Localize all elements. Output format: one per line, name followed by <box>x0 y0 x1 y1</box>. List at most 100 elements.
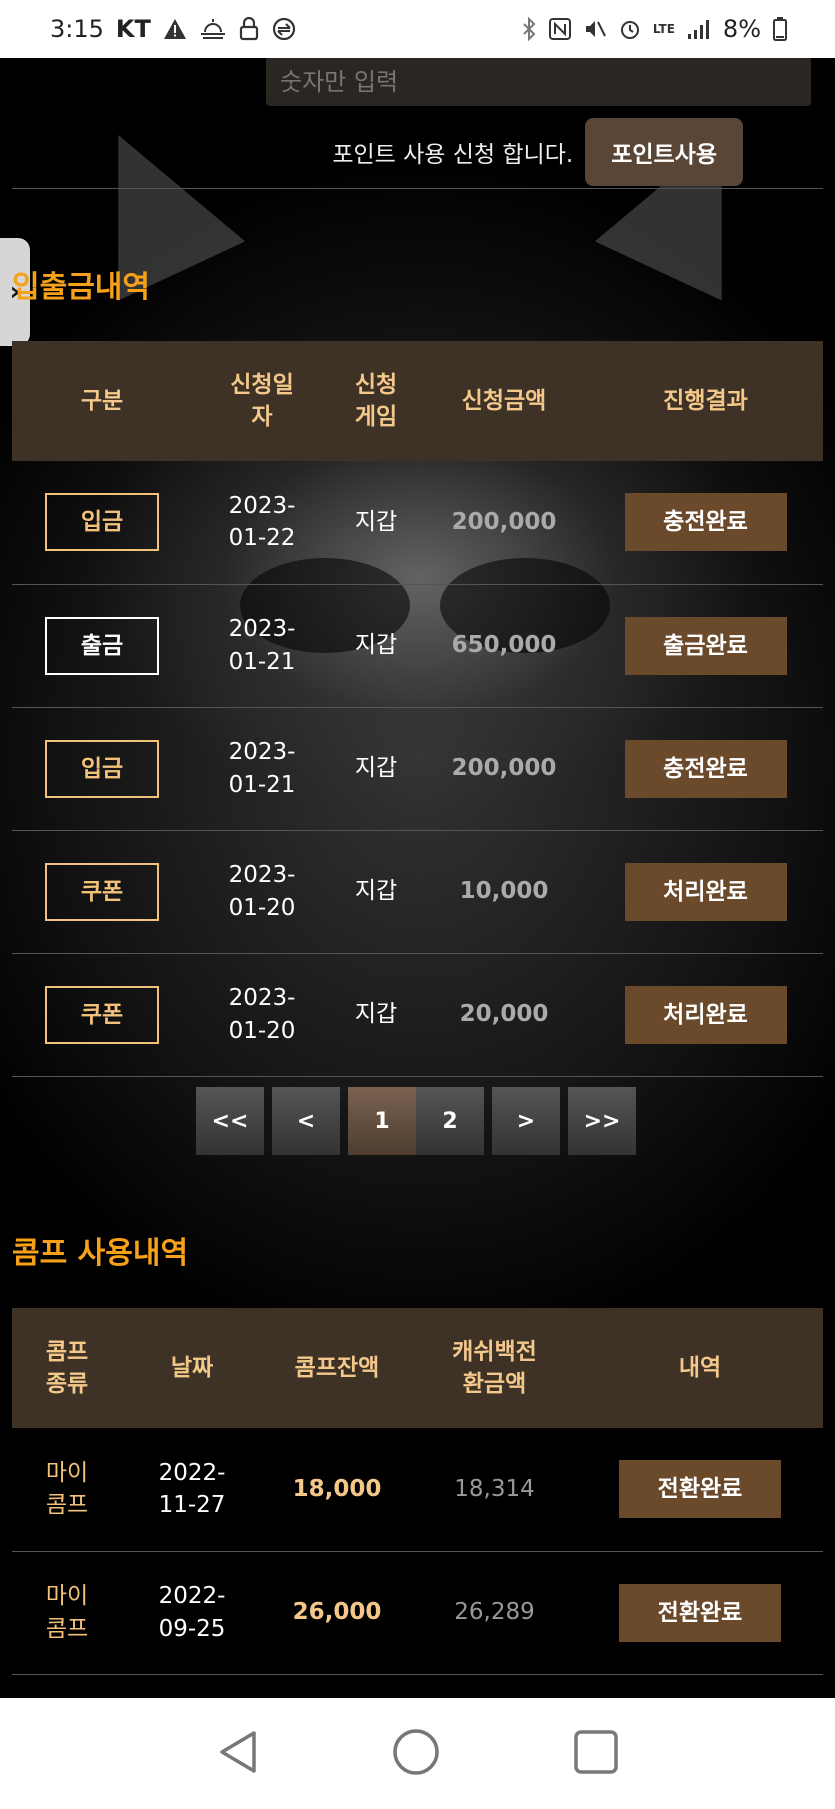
navigation-bar <box>0 1698 835 1809</box>
header-cashback-line2: 환금액 <box>462 1371 527 1397</box>
back-icon[interactable] <box>216 1729 260 1779</box>
nfc-icon <box>548 18 571 40</box>
warning-icon <box>163 18 187 40</box>
sunrise-icon <box>199 18 227 40</box>
header-comp-kind: 콤프 종류 <box>12 1308 122 1428</box>
header-comp-kind-line2: 종류 <box>45 1371 89 1397</box>
game-cell: 지갑 <box>332 707 420 831</box>
comp-kind-line1: 마이 <box>45 1583 89 1610</box>
point-request-row: 포인트 사용 신청 합니다. 포인트사용 <box>0 106 835 198</box>
game-cell: 지갑 <box>332 830 420 954</box>
cashback-cell: 18,314 <box>412 1428 577 1552</box>
page-prev-button[interactable]: < <box>272 1087 340 1155</box>
result-badge: 처리완료 <box>624 985 787 1044</box>
use-point-button[interactable]: 포인트사용 <box>585 118 743 186</box>
battery-percent: 8% <box>722 15 761 43</box>
alarm-icon <box>619 18 641 40</box>
game-cell: 지갑 <box>332 461 420 585</box>
point-request-text: 포인트 사용 신청 합니다. <box>332 142 574 168</box>
amount-cell: 10,000 <box>420 830 588 954</box>
status-time: 3:15 <box>50 15 104 43</box>
page-next-button[interactable]: > <box>492 1087 560 1155</box>
table-row: 쿠폰 2023- 01-20 지갑 10,000 처리완료 <box>12 830 823 954</box>
type-badge: 입금 <box>45 493 159 552</box>
result-badge: 출금완료 <box>624 616 787 675</box>
type-badge: 쿠폰 <box>45 985 159 1044</box>
home-icon[interactable] <box>392 1728 440 1780</box>
bluetooth-icon <box>521 17 537 41</box>
header-comp-detail: 내역 <box>577 1308 823 1428</box>
cashback-cell: 26,289 <box>412 1551 577 1675</box>
sync-icon <box>271 17 297 41</box>
status-carrier: KT <box>115 15 151 43</box>
header-request-game: 신청 게임 <box>332 341 420 461</box>
status-bar: 3:15 KT LTE 8% <box>0 0 835 58</box>
header-request-date: 신청일 자 <box>192 341 332 461</box>
page-last-button[interactable]: >> <box>568 1087 636 1155</box>
comp-title: 콤프 사용내역 <box>12 1236 189 1271</box>
page-2-button[interactable]: 2 <box>416 1087 484 1155</box>
result-badge: 충전완료 <box>624 493 787 552</box>
amount-cell: 200,000 <box>420 707 588 831</box>
table-row: 쿠폰 2023- 01-20 지갑 20,000 처리완료 <box>12 953 823 1077</box>
comp-kind-line2: 콤프 <box>45 1492 89 1519</box>
amount-cell: 650,000 <box>420 584 588 708</box>
divider <box>12 188 823 189</box>
date-cell: 2023- 01-20 <box>192 953 332 1077</box>
transactions-title: 입출금내역 <box>12 270 150 305</box>
result-badge: 전환완료 <box>619 1583 781 1642</box>
header-cashback-line1: 캐쉬백전 <box>452 1338 537 1365</box>
date-monthday: 01-21 <box>228 771 296 798</box>
comp-date-cell: 2022- 11-27 <box>122 1428 262 1552</box>
pagination: << < 1 2 > >> <box>196 1087 636 1155</box>
type-badge: 출금 <box>45 616 159 675</box>
date-monthday: 01-20 <box>228 894 296 921</box>
game-cell: 지갑 <box>332 953 420 1077</box>
date-monthday: 01-22 <box>228 525 296 552</box>
comp-kind-cell: 마이콤프 <box>12 1428 122 1552</box>
signal-icon <box>687 18 711 40</box>
header-request-amount: 신청금액 <box>420 341 588 461</box>
page-first-button[interactable]: << <box>196 1087 264 1155</box>
page-1-button[interactable]: 1 <box>348 1087 416 1155</box>
table-row: 출금 2023- 01-21 지갑 650,000 출금완료 <box>12 584 823 708</box>
date-year: 2023- <box>228 739 296 766</box>
header-request-game-line1: 신청 <box>354 371 398 398</box>
comp-kind-line1: 마이 <box>45 1460 89 1487</box>
result-badge: 충전완료 <box>624 739 787 798</box>
comp-kind-cell: 마이 콤프 <box>12 1551 122 1675</box>
status-right: LTE 8% <box>521 15 787 43</box>
recent-apps-icon[interactable] <box>573 1729 619 1779</box>
comp-balance-cell: 26,000 <box>262 1551 412 1675</box>
date-cell: 2023- 01-20 <box>192 830 332 954</box>
header-comp-balance: 콤프잔액 <box>262 1308 412 1428</box>
date-monthday: 01-20 <box>228 1017 296 1044</box>
header-comp-date: 날짜 <box>122 1308 262 1428</box>
main-content: 포인트 사용 신청 합니다. 포인트사용 › 입출금내역 구분 신청일 자 신청… <box>0 58 835 1698</box>
header-result: 진행결과 <box>588 341 823 461</box>
table-row: 마이 콤프 2022- 09-25 26,000 26,289 전환완료 <box>12 1551 823 1675</box>
date-cell: 2023- 01-21 <box>192 584 332 708</box>
date-year: 2022- <box>158 1460 226 1487</box>
transactions-table: 구분 신청일 자 신청 게임 신청금액 진행결과 입금 2023- 01-22 지… <box>12 341 823 1077</box>
date-monthday: 11-27 <box>158 1492 226 1519</box>
date-cell: 2023- 01-21 <box>192 707 332 831</box>
date-year: 2023- <box>228 616 296 643</box>
table-row: 입금 2023- 01-21 지갑 200,000 충전완료 <box>12 707 823 831</box>
date-year: 2023- <box>228 493 296 520</box>
lock-icon <box>239 17 259 41</box>
battery-icon <box>773 17 787 41</box>
vibrate-mute-icon <box>583 18 607 40</box>
comp-header-row: 콤프 종류 날짜 콤프잔액 캐쉬백전 환금액 내역 <box>12 1308 823 1428</box>
date-year: 2022- <box>158 1583 226 1610</box>
date-year: 2023- <box>228 862 296 889</box>
amount-cell: 20,000 <box>420 953 588 1077</box>
comp-date-cell: 2022- 09-25 <box>122 1551 262 1675</box>
game-cell: 지갑 <box>332 584 420 708</box>
date-monthday: 01-21 <box>228 648 296 675</box>
date-year: 2023- <box>228 985 296 1012</box>
header-comp-kind-line1: 콤프 <box>45 1338 89 1365</box>
point-amount-input[interactable] <box>266 58 811 106</box>
header-type: 구분 <box>12 341 192 461</box>
header-cashback: 캐쉬백전 환금액 <box>412 1308 577 1428</box>
